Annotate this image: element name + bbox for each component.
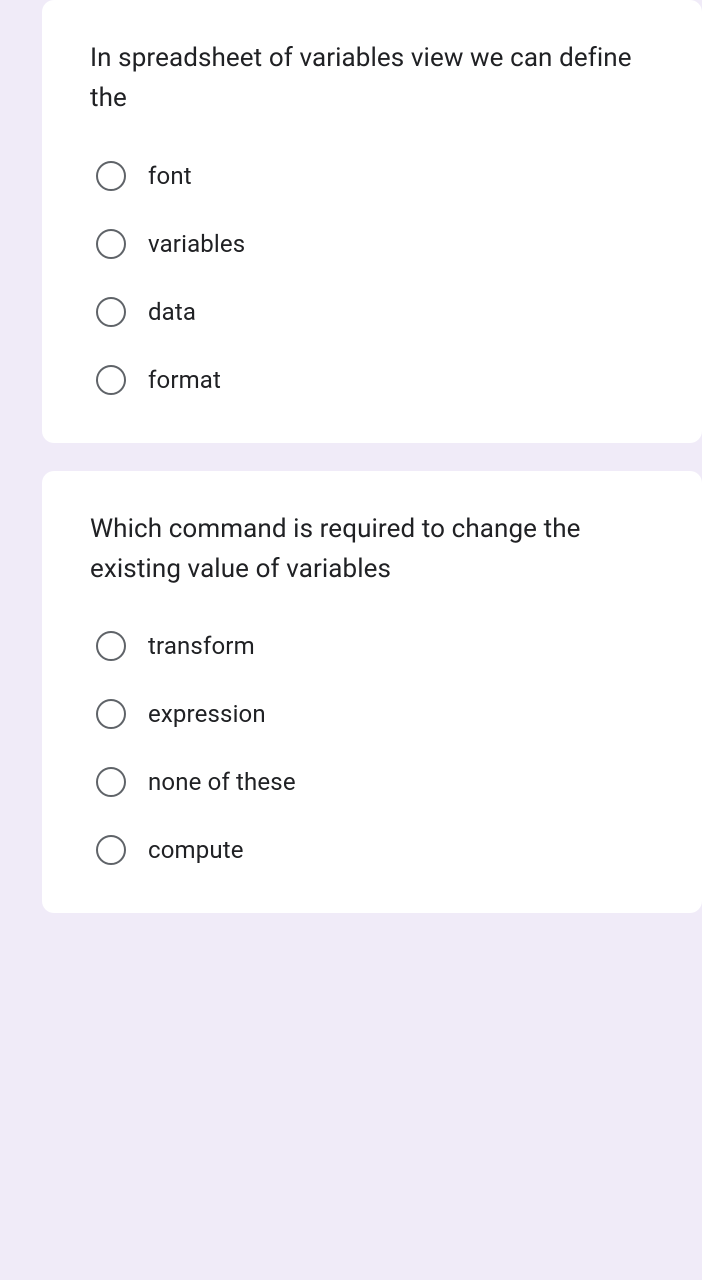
- radio-icon[interactable]: [96, 365, 126, 395]
- options-group: font variables data format: [90, 161, 654, 395]
- radio-icon[interactable]: [96, 835, 126, 865]
- option-row[interactable]: format: [96, 365, 654, 395]
- radio-icon[interactable]: [96, 631, 126, 661]
- option-label: format: [148, 366, 221, 394]
- option-label: expression: [148, 700, 266, 728]
- radio-icon[interactable]: [96, 161, 126, 191]
- option-label: data: [148, 298, 196, 326]
- radio-icon[interactable]: [96, 229, 126, 259]
- option-label: variables: [148, 230, 245, 258]
- option-label: none of these: [148, 768, 296, 796]
- option-row[interactable]: variables: [96, 229, 654, 259]
- question-card: Which command is required to change the …: [42, 471, 702, 914]
- option-row[interactable]: compute: [96, 835, 654, 865]
- options-group: transform expression none of these compu…: [90, 631, 654, 865]
- question-text: In spreadsheet of variables view we can …: [90, 38, 654, 119]
- option-row[interactable]: none of these: [96, 767, 654, 797]
- question-text: Which command is required to change the …: [90, 509, 654, 590]
- option-row[interactable]: data: [96, 297, 654, 327]
- option-row[interactable]: transform: [96, 631, 654, 661]
- radio-icon[interactable]: [96, 297, 126, 327]
- option-row[interactable]: font: [96, 161, 654, 191]
- radio-icon[interactable]: [96, 699, 126, 729]
- option-label: compute: [148, 836, 244, 864]
- question-card: In spreadsheet of variables view we can …: [42, 0, 702, 443]
- option-label: transform: [148, 632, 255, 660]
- option-row[interactable]: expression: [96, 699, 654, 729]
- option-label: font: [148, 162, 192, 190]
- radio-icon[interactable]: [96, 767, 126, 797]
